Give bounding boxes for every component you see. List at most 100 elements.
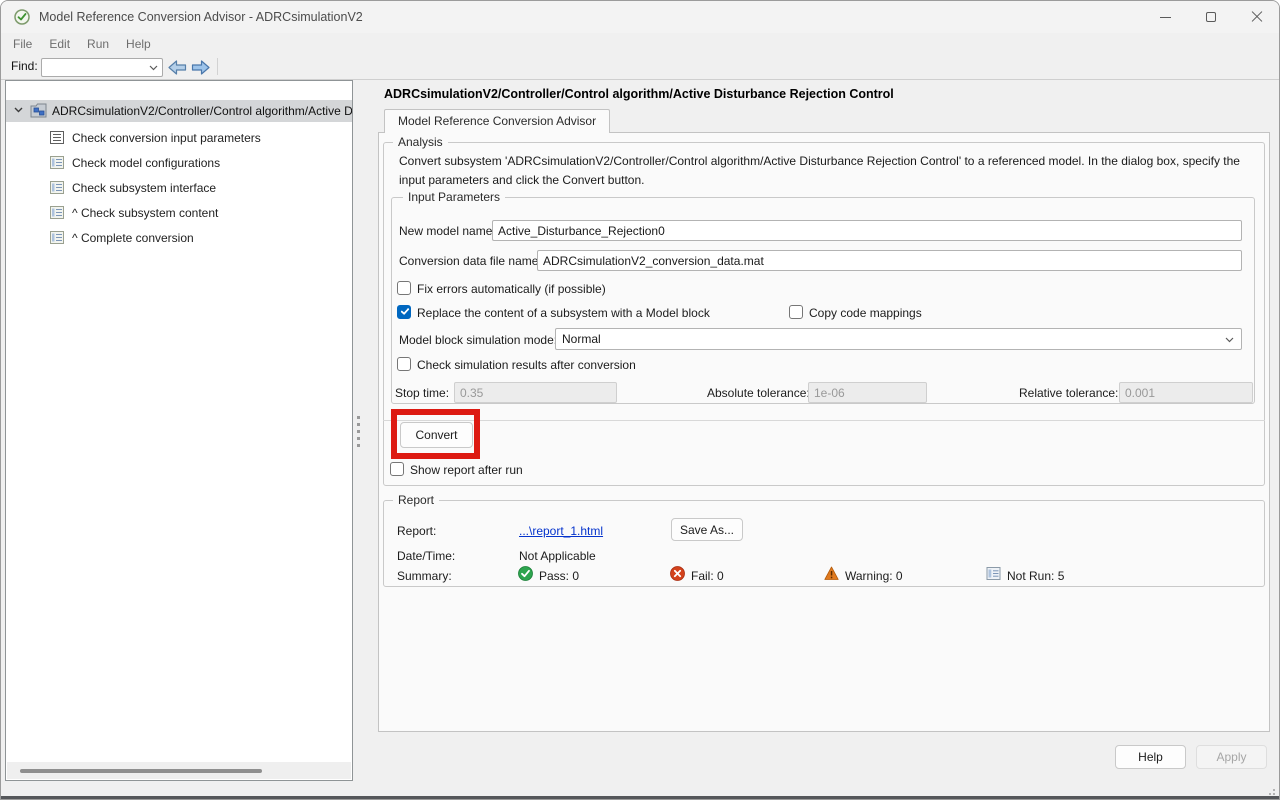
tree-item-check-conversion-input-parameters[interactable]: Check conversion input parameters — [6, 125, 352, 150]
splitter-grip-icon — [357, 416, 360, 447]
tab-model-reference-conversion-advisor[interactable]: Model Reference Conversion Advisor — [384, 109, 610, 133]
relative-tolerance-input — [1119, 382, 1253, 403]
find-label: Find: — [11, 59, 38, 73]
copy-code-mappings-label: Copy code mappings — [809, 306, 922, 320]
fix-errors-checkbox[interactable] — [397, 281, 411, 295]
resize-grip-icon[interactable] — [1265, 785, 1275, 795]
menu-run[interactable]: Run — [85, 37, 111, 51]
advisor-tab-panel: Analysis Convert subsystem 'ADRCsimulati… — [378, 132, 1270, 732]
menubar: File Edit Run Help — [1, 33, 1279, 54]
scrollbar-thumb[interactable] — [20, 769, 262, 773]
input-parameters-legend: Input Parameters — [403, 190, 505, 204]
toolbar-separator — [217, 58, 218, 75]
minimize-icon — [1160, 17, 1171, 18]
report-legend: Report — [393, 493, 439, 507]
subsystem-icon — [30, 103, 47, 118]
report-label: Report: — [397, 524, 436, 538]
fail-icon — [670, 566, 685, 581]
menu-edit[interactable]: Edit — [47, 37, 72, 51]
save-as-button[interactable]: Save As... — [671, 518, 743, 541]
page-title: ADRCsimulationV2/Controller/Control algo… — [384, 87, 894, 101]
relative-tolerance-label: Relative tolerance: — [1019, 386, 1118, 400]
checks-tree-panel: ADRCsimulationV2/Controller/Control algo… — [5, 80, 353, 781]
tree-item-check-subsystem-interface[interactable]: Check subsystem interface — [6, 175, 352, 200]
separator — [383, 420, 1265, 421]
pass-icon — [518, 566, 533, 581]
datetime-value: Not Applicable — [519, 549, 596, 563]
check-results-label: Check simulation results after conversio… — [417, 358, 636, 372]
tree-item-label: ^ Complete conversion — [72, 231, 194, 245]
check-results-checkbox[interactable] — [397, 357, 411, 371]
tree-item-label: ^ Check subsystem content — [72, 206, 218, 220]
maximize-button[interactable] — [1188, 1, 1234, 33]
simulation-mode-select[interactable]: Normal — [555, 328, 1242, 350]
absolute-tolerance-label: Absolute tolerance: — [707, 386, 810, 400]
checklist-icon — [50, 156, 64, 169]
not-run-icon — [986, 566, 1001, 581]
tree-item-label: Check conversion input parameters — [72, 131, 261, 145]
warning-icon — [824, 566, 839, 581]
chevron-down-icon — [149, 65, 158, 71]
tree-root-label: ADRCsimulationV2/Controller/Control algo… — [52, 104, 352, 118]
absolute-tolerance-input — [808, 382, 927, 403]
minimize-button[interactable] — [1142, 1, 1188, 33]
back-arrow-icon — [168, 60, 187, 75]
horizontal-scrollbar[interactable] — [7, 762, 351, 779]
find-previous-button[interactable] — [167, 57, 188, 77]
chevron-down-icon[interactable] — [14, 107, 23, 113]
analysis-description: Convert subsystem 'ADRCsimulationV2/Cont… — [399, 152, 1251, 189]
datetime-label: Date/Time: — [397, 549, 455, 563]
menu-file[interactable]: File — [11, 37, 34, 51]
close-button[interactable] — [1234, 1, 1280, 33]
chevron-down-icon — [1225, 337, 1234, 343]
simulation-mode-label: Model block simulation mode: — [399, 333, 557, 347]
new-model-name-label: New model name: — [399, 224, 496, 238]
tree-item-check-subsystem-content[interactable]: ^ Check subsystem content — [6, 200, 352, 225]
checklist-icon — [50, 206, 64, 219]
find-input[interactable] — [45, 60, 145, 75]
find-next-button[interactable] — [190, 57, 211, 77]
pass-count: Pass: 0 — [539, 569, 579, 583]
find-combobox[interactable] — [41, 58, 163, 77]
tree-item-complete-conversion[interactable]: ^ Complete conversion — [6, 225, 352, 250]
apply-button: Apply — [1196, 745, 1267, 769]
tree-item-label: Check subsystem interface — [72, 181, 216, 195]
menu-help[interactable]: Help — [124, 37, 153, 51]
replace-content-checkbox[interactable] — [397, 305, 411, 319]
forward-arrow-icon — [191, 60, 210, 75]
warning-count: Warning: 0 — [845, 569, 903, 583]
conversion-data-file-input[interactable] — [537, 250, 1242, 271]
stop-time-label: Stop time: — [395, 386, 449, 400]
fix-errors-label: Fix errors automatically (if possible) — [417, 282, 606, 296]
checklist-icon — [50, 231, 64, 244]
tree-item-label: Check model configurations — [72, 156, 220, 170]
window-bottom-edge — [1, 796, 1279, 799]
window-title: Model Reference Conversion Advisor - ADR… — [39, 1, 363, 33]
conversion-data-file-label: Conversion data file name: — [399, 254, 542, 268]
simulation-mode-value: Normal — [562, 332, 601, 346]
annotation-highlight-rectangle — [391, 409, 480, 459]
tree-item-check-model-configurations[interactable]: Check model configurations — [6, 150, 352, 175]
close-icon — [1251, 11, 1263, 23]
advisor-check-icon — [14, 9, 30, 25]
help-button[interactable]: Help — [1115, 745, 1186, 769]
find-toolbar: Find: — [1, 54, 1279, 80]
panel-splitter[interactable] — [353, 80, 373, 781]
maximize-icon — [1206, 12, 1216, 22]
model-reference-conversion-advisor-window: Model Reference Conversion Advisor - ADR… — [0, 0, 1280, 800]
main-content: ADRCsimulationV2/Controller/Control algo… — [373, 80, 1280, 800]
copy-code-mappings-checkbox[interactable] — [789, 305, 803, 319]
replace-content-label: Replace the content of a subsystem with … — [417, 306, 710, 320]
checklist-icon — [50, 181, 64, 194]
show-report-label: Show report after run — [410, 463, 523, 477]
checklist-icon — [50, 131, 64, 144]
new-model-name-input[interactable] — [492, 220, 1242, 241]
not-run-count: Not Run: 5 — [1007, 569, 1064, 583]
stop-time-input — [454, 382, 617, 403]
analysis-legend: Analysis — [393, 135, 448, 149]
titlebar: Model Reference Conversion Advisor - ADR… — [1, 1, 1279, 33]
show-report-checkbox[interactable] — [390, 462, 404, 476]
report-link[interactable]: ...\report_1.html — [519, 524, 603, 538]
fail-count: Fail: 0 — [691, 569, 724, 583]
tree-root-item[interactable]: ADRCsimulationV2/Controller/Control algo… — [6, 100, 352, 122]
